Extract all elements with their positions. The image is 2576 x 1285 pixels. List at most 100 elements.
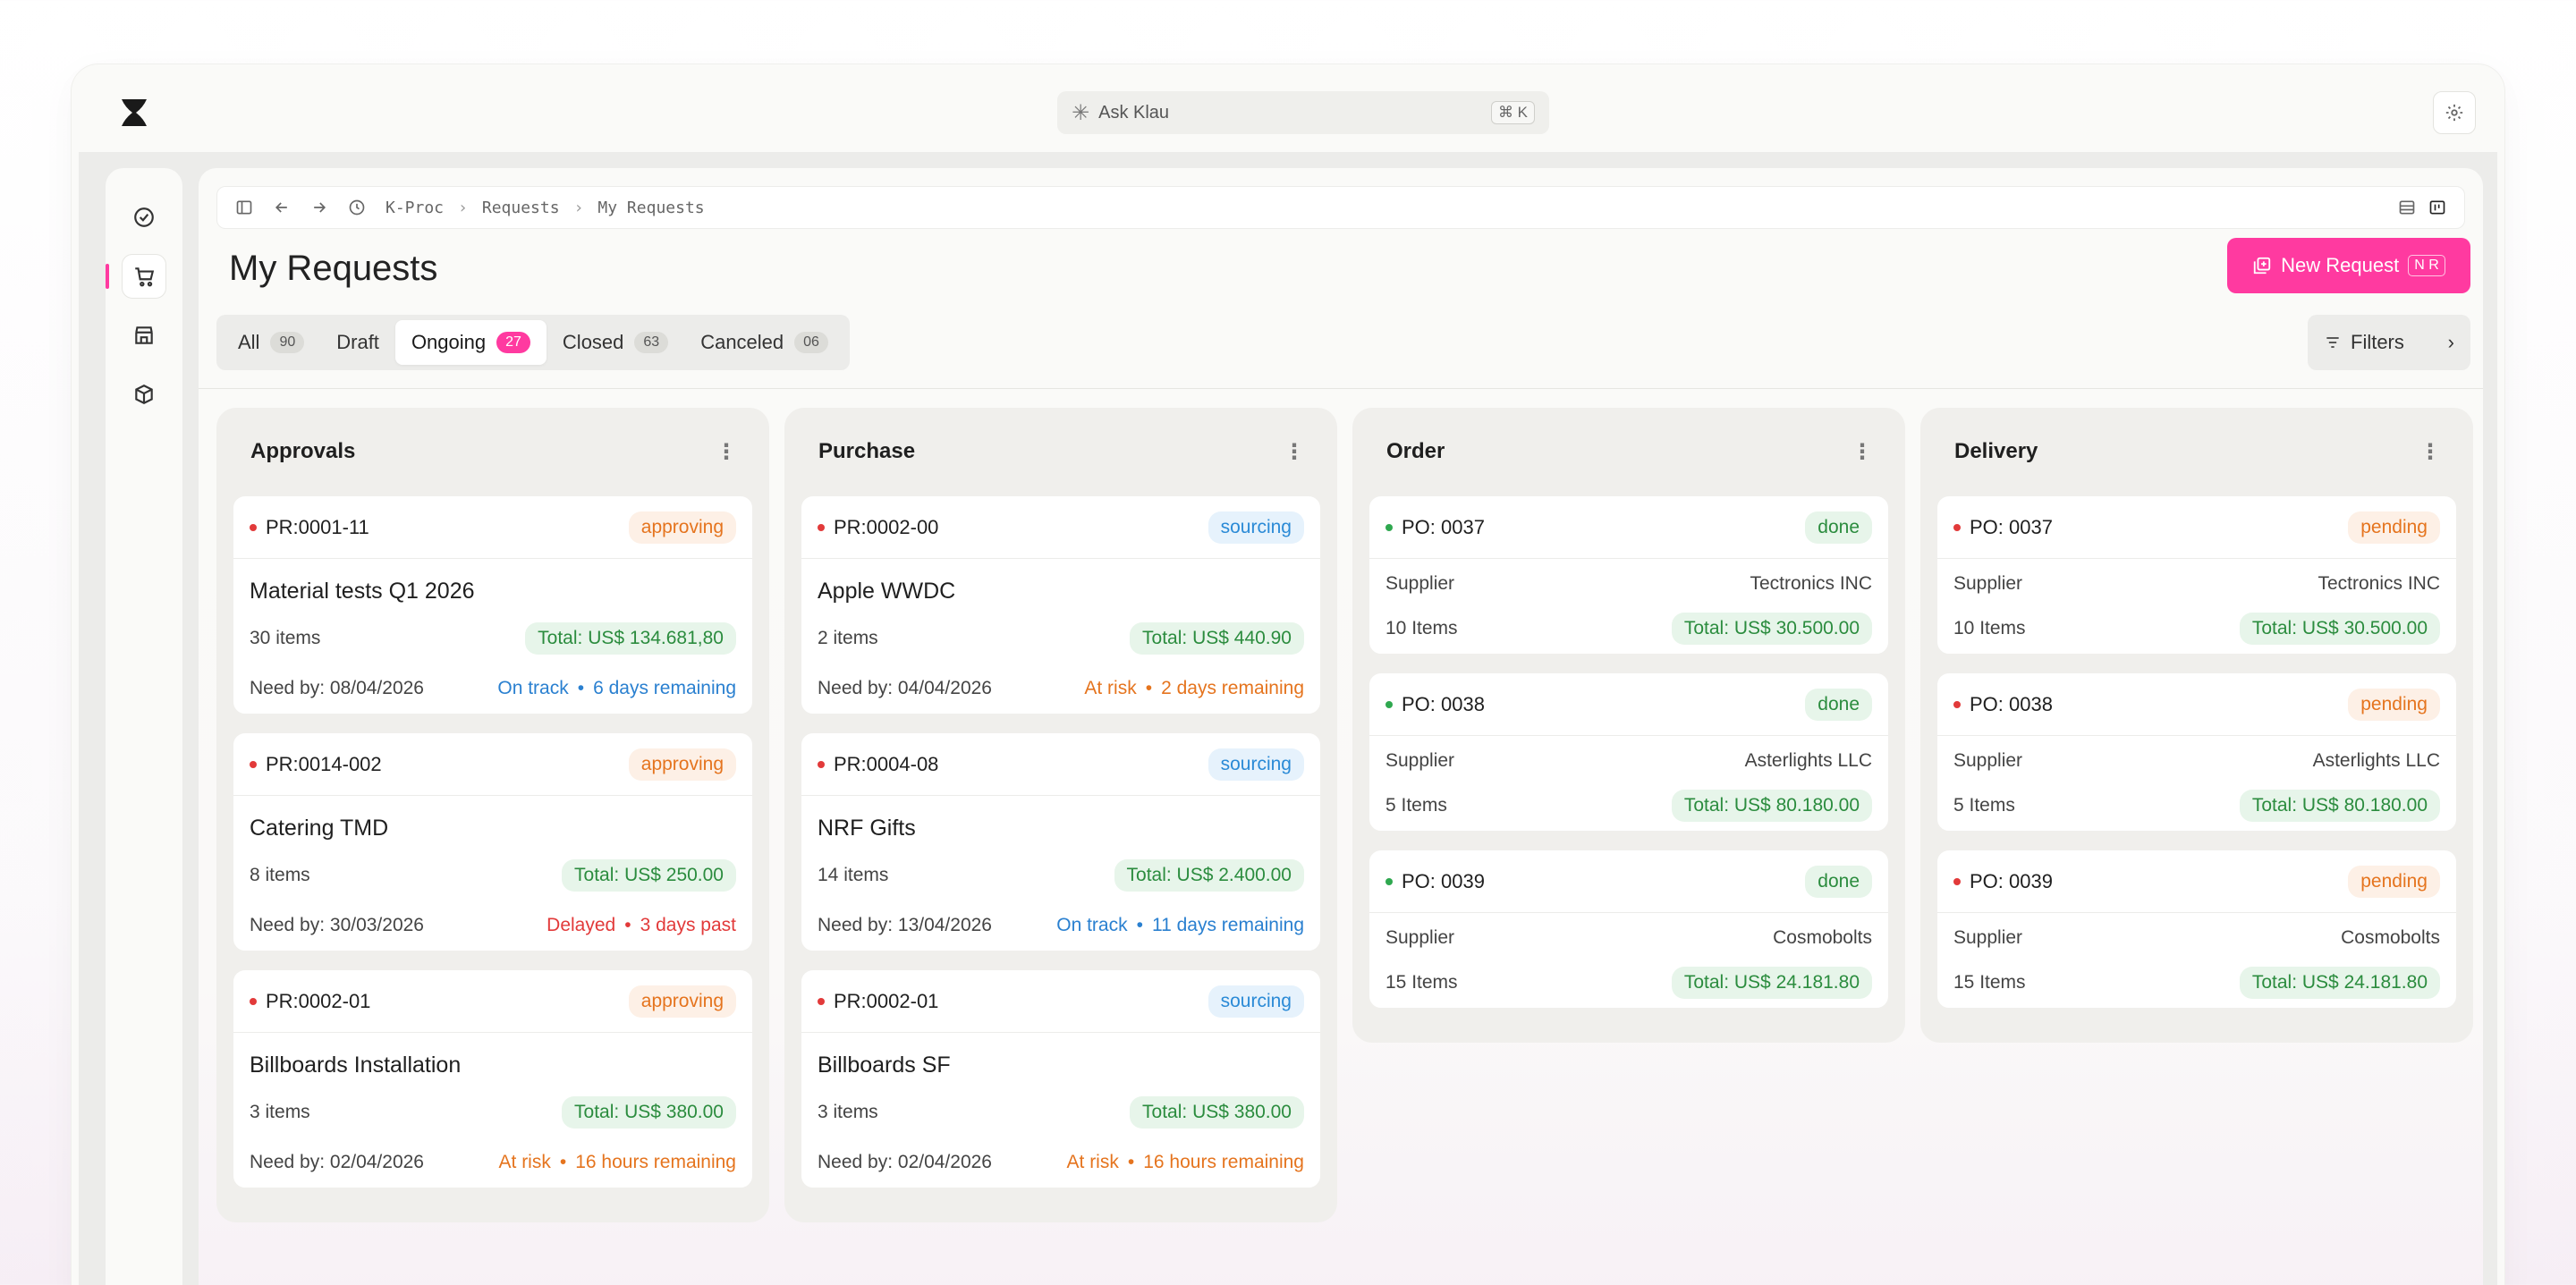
request-card[interactable]: PR:0014-002 approving Catering TMD 8 item… <box>233 732 753 951</box>
kebab-menu-icon[interactable]: ⋮ <box>1284 439 1305 465</box>
breadcrumb-item-kproc[interactable]: K-Proc <box>386 199 444 217</box>
item-count: 14 items <box>818 865 889 885</box>
status-tabs: All 90 Draft Ongoing 27 Closed 63 Cancel… <box>216 315 850 370</box>
request-title: Catering TMD <box>250 816 389 841</box>
column-title: Purchase <box>818 439 916 463</box>
timeline-status: At risk • 16 hours remaining <box>498 1152 736 1172</box>
order-id: PO: 0039 <box>1402 869 1485 892</box>
order-card[interactable]: PO: 0039 done Supplier Cosmobolts 15 Items… <box>1368 850 1889 1009</box>
supplier-label: Supplier <box>1953 750 2023 771</box>
breadcrumb-item-my-requests[interactable]: My Requests <box>597 199 704 217</box>
total-badge: Total: US$ 250.00 <box>562 859 736 892</box>
request-card[interactable]: PR:0002-00 sourcing Apple WWDC 2 items Tot… <box>801 495 1321 714</box>
status-dot <box>1953 877 1961 885</box>
item-count: 3 items <box>818 1102 878 1122</box>
need-by-date: Need by: 02/04/2026 <box>250 1152 424 1172</box>
total-badge: Total: US$ 380.00 <box>1130 1096 1304 1129</box>
status-badge: approving <box>628 985 736 1018</box>
back-arrow-icon[interactable] <box>273 199 291 216</box>
item-count: 2 items <box>818 628 878 648</box>
list-view-icon[interactable] <box>2398 199 2416 216</box>
tab-label: All <box>238 331 260 353</box>
tab-canceled[interactable]: Canceled 06 <box>684 320 844 365</box>
request-card[interactable]: PR:0001-11 approving Material tests Q1 20… <box>233 495 753 714</box>
total-badge: Total: US$ 30.500.00 <box>1671 613 1872 645</box>
status-dot <box>250 523 257 531</box>
item-count: 10 Items <box>1385 618 1458 638</box>
need-by-date: Need by: 13/04/2026 <box>818 915 992 935</box>
status-badge: done <box>1805 865 1872 898</box>
top-bar: ✳ Ask Klau ⌘ K <box>72 64 2504 152</box>
main-content: K-Proc › Requests › My Requests My Reque… <box>199 168 2483 1285</box>
rail-store[interactable] <box>122 313 166 358</box>
status-badge: done <box>1805 511 1872 544</box>
request-card[interactable]: PR:0002-01 approving Billboards Installat… <box>233 969 753 1188</box>
breadcrumb-item-requests[interactable]: Requests <box>482 199 560 217</box>
total-badge: Total: US$ 30.500.00 <box>2239 613 2440 645</box>
tab-closed[interactable]: Closed 63 <box>547 320 684 365</box>
request-id: PR:0002-01 <box>266 989 371 1012</box>
tab-draft[interactable]: Draft <box>320 320 395 365</box>
rail-requests[interactable] <box>122 254 166 299</box>
status-badge: sourcing <box>1208 985 1304 1018</box>
ask-search-bar[interactable]: ✳ Ask Klau ⌘ K <box>1057 91 1549 134</box>
tab-all[interactable]: All 90 <box>222 320 320 365</box>
delivery-card[interactable]: PO: 0038 pending Supplier Asterlights LLC … <box>1936 672 2457 832</box>
ask-shortcut: ⌘ K <box>1490 101 1535 124</box>
order-id: PO: 0038 <box>1402 692 1485 715</box>
order-id: PO: 0038 <box>1970 692 2053 715</box>
column-header: Delivery ⋮ <box>1936 408 2457 495</box>
app-logo[interactable] <box>118 97 150 129</box>
header-divider <box>199 388 2483 389</box>
forward-arrow-icon[interactable] <box>310 199 328 216</box>
column-approvals: Approvals ⋮ PR:0001-11 approving Material… <box>216 408 769 1222</box>
status-badge: pending <box>2348 865 2440 898</box>
request-card[interactable]: PR:0004-08 sourcing NRF Gifts 14 items Tot… <box>801 732 1321 951</box>
timeline-status: At risk • 16 hours remaining <box>1066 1152 1304 1172</box>
new-request-button[interactable]: New Request N R <box>2227 238 2470 293</box>
tab-ongoing[interactable]: Ongoing 27 <box>394 320 547 365</box>
sidebar-toggle-icon[interactable] <box>235 199 253 216</box>
tab-label: Canceled <box>700 331 784 353</box>
rail-tasks[interactable] <box>122 195 166 240</box>
store-icon <box>135 326 153 344</box>
kebab-menu-icon[interactable]: ⋮ <box>1852 439 1873 465</box>
timeline-status: At risk • 2 days remaining <box>1084 678 1304 698</box>
status-dot <box>1953 700 1961 708</box>
order-id: PO: 0039 <box>1970 869 2053 892</box>
supplier-name: Asterlights LLC <box>2312 750 2440 771</box>
column-purchase: Purchase ⋮ PR:0002-00 sourcing Apple WWDC… <box>784 408 1337 1222</box>
kebab-menu-icon[interactable]: ⋮ <box>2419 439 2441 465</box>
kebab-menu-icon[interactable]: ⋮ <box>716 439 737 465</box>
order-card[interactable]: PO: 0037 done Supplier Tectronics INC 10 I… <box>1368 495 1889 655</box>
app-window: ✳ Ask Klau ⌘ K K-Proc › Requests › My Re… <box>72 64 2504 1285</box>
supplier-label: Supplier <box>1385 927 1455 948</box>
status-dot <box>818 523 825 531</box>
column-header: Purchase ⋮ <box>801 408 1321 495</box>
need-by-date: Need by: 30/03/2026 <box>250 915 424 935</box>
item-count: 10 Items <box>1953 618 2026 638</box>
board-view-icon[interactable] <box>2428 199 2446 216</box>
rail-products[interactable] <box>122 372 166 417</box>
supplier-label: Supplier <box>1953 927 2023 948</box>
ask-placeholder: Ask Klau <box>1098 102 1170 123</box>
filters-button[interactable]: Filters › <box>2308 315 2470 370</box>
total-badge: Total: US$ 80.180.00 <box>2239 790 2440 822</box>
delivery-card[interactable]: PO: 0039 pending Supplier Cosmobolts 15 It… <box>1936 850 2457 1009</box>
new-request-shortcut: N R <box>2408 255 2445 276</box>
total-badge: Total: US$ 80.180.00 <box>1671 790 1872 822</box>
timeline-status: Delayed • 3 days past <box>547 915 736 935</box>
status-dot <box>250 997 257 1005</box>
supplier-name: Asterlights LLC <box>1744 750 1872 771</box>
order-card[interactable]: PO: 0038 done Supplier Asterlights LLC 5 I… <box>1368 672 1889 832</box>
settings-button[interactable] <box>2433 91 2476 134</box>
delivery-card[interactable]: PO: 0037 pending Supplier Tectronics INC 1… <box>1936 495 2457 655</box>
tab-label: Draft <box>336 331 379 353</box>
status-dot <box>1385 700 1393 708</box>
item-count: 3 items <box>250 1102 310 1122</box>
request-id: PR:0014-002 <box>266 752 382 775</box>
add-request-icon <box>2254 257 2271 275</box>
history-icon[interactable] <box>348 199 366 216</box>
supplier-label: Supplier <box>1385 573 1455 594</box>
request-card[interactable]: PR:0002-01 sourcing Billboards SF 3 items… <box>801 969 1321 1188</box>
